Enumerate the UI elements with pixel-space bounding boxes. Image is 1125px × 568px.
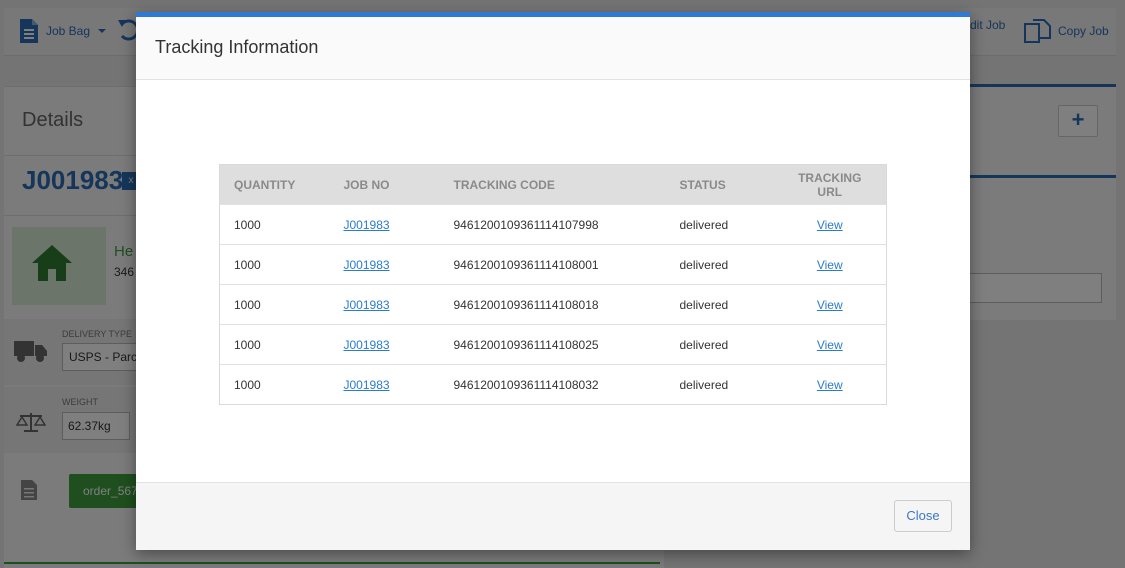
cell-quantity: 1000 <box>219 324 330 365</box>
table-row: 1000 J001983 9461200109361114107998 deli… <box>219 204 887 245</box>
modal-footer: Close <box>136 482 970 550</box>
cell-status: delivered <box>665 324 774 365</box>
header-job-no: JOB NO <box>329 164 440 205</box>
header-status: STATUS <box>665 164 774 205</box>
modal-body: QUANTITY JOB NO TRACKING CODE STATUS TRA… <box>136 80 970 482</box>
job-no-link[interactable]: J001983 <box>344 338 390 352</box>
cell-tracking-code: 9461200109361114108032 <box>439 364 666 405</box>
cell-status: delivered <box>665 244 774 285</box>
job-no-link[interactable]: J001983 <box>344 298 390 312</box>
modal-header: Tracking Information <box>136 17 970 80</box>
cell-tracking-code: 9461200109361114108001 <box>439 244 666 285</box>
modal-title: Tracking Information <box>155 37 319 57</box>
table-row: 1000 J001983 9461200109361114108001 deli… <box>219 244 887 285</box>
job-no-link[interactable]: J001983 <box>344 378 390 392</box>
tracking-modal: Tracking Information QUANTITY JOB NO TRA… <box>136 12 970 550</box>
table-row: 1000 J001983 9461200109361114108025 deli… <box>219 324 887 365</box>
cell-quantity: 1000 <box>219 204 330 245</box>
cell-quantity: 1000 <box>219 284 330 325</box>
header-tracking-code: TRACKING CODE <box>439 164 666 205</box>
cell-tracking-code: 9461200109361114108018 <box>439 284 666 325</box>
close-button[interactable]: Close <box>894 500 952 532</box>
cell-status: delivered <box>665 284 774 325</box>
cell-tracking-code: 9461200109361114108025 <box>439 324 666 365</box>
header-quantity: QUANTITY <box>219 164 330 205</box>
job-no-link[interactable]: J001983 <box>344 258 390 272</box>
view-tracking-link[interactable]: View <box>817 298 843 312</box>
tracking-table: QUANTITY JOB NO TRACKING CODE STATUS TRA… <box>219 164 887 405</box>
table-header-row: QUANTITY JOB NO TRACKING CODE STATUS TRA… <box>219 164 887 205</box>
cell-status: delivered <box>665 364 774 405</box>
table-row: 1000 J001983 9461200109361114108018 deli… <box>219 284 887 325</box>
cell-quantity: 1000 <box>219 364 330 405</box>
view-tracking-link[interactable]: View <box>817 338 843 352</box>
job-no-link[interactable]: J001983 <box>344 218 390 232</box>
header-tracking-url: TRACKING URL <box>773 164 887 205</box>
view-tracking-link[interactable]: View <box>817 218 843 232</box>
cell-status: delivered <box>665 204 774 245</box>
view-tracking-link[interactable]: View <box>817 378 843 392</box>
cell-tracking-code: 9461200109361114107998 <box>439 204 666 245</box>
table-row: 1000 J001983 9461200109361114108032 deli… <box>219 364 887 405</box>
view-tracking-link[interactable]: View <box>817 258 843 272</box>
cell-quantity: 1000 <box>219 244 330 285</box>
